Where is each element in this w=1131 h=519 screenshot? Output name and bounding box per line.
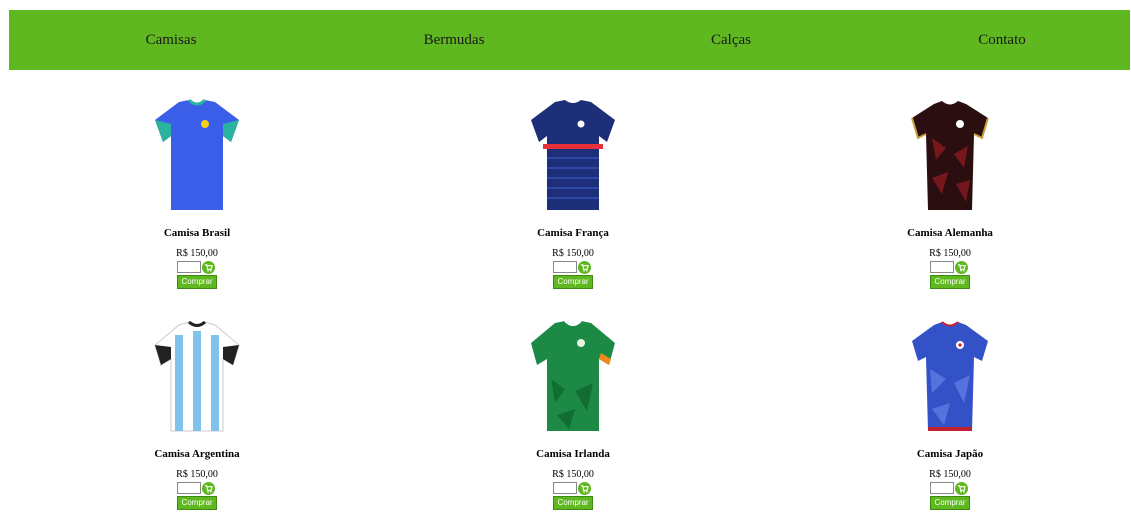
product-price: R$ 150,00 [176, 248, 218, 259]
product-card: Camisa Alemanha R$ 150,00 Comprar [860, 98, 1040, 289]
product-price: R$ 150,00 [929, 248, 971, 259]
japan-shirt-icon[interactable] [902, 319, 998, 435]
buy-button[interactable]: Comprar [930, 275, 970, 289]
product-price: R$ 150,00 [552, 469, 594, 480]
product-card: Camisa Brasil R$ 150,00 Comprar [107, 98, 287, 289]
buy-button[interactable]: Comprar [553, 496, 593, 510]
product-name: Camisa Japão [916, 448, 984, 460]
quantity-input[interactable] [177, 261, 201, 273]
product-name: Camisa França [537, 227, 609, 239]
nav-bermudas[interactable]: Bermudas [424, 10, 485, 70]
product-name: Camisa Alemanha [907, 227, 993, 239]
product-price: R$ 150,00 [176, 469, 218, 480]
quantity-input[interactable] [930, 482, 954, 494]
nav-calcas[interactable]: Calças [711, 10, 751, 70]
buy-button[interactable]: Comprar [930, 496, 970, 510]
buy-button[interactable]: Comprar [177, 275, 217, 289]
product-card: Camisa Japão R$ 150,00 Comprar [860, 319, 1040, 510]
product-card: Camisa França R$ 150,00 Comprar [483, 98, 663, 289]
cart-icon[interactable] [955, 260, 968, 274]
product-price: R$ 150,00 [552, 248, 594, 259]
cart-icon[interactable] [202, 260, 215, 274]
quantity-input[interactable] [177, 482, 201, 494]
product-name: Camisa Brasil [163, 227, 231, 239]
cart-icon[interactable] [578, 481, 591, 495]
product-price: R$ 150,00 [929, 469, 971, 480]
cart-icon[interactable] [202, 481, 215, 495]
france-shirt-icon[interactable] [525, 98, 621, 214]
product-card: Camisa Irlanda R$ 150,00 Comprar [483, 319, 663, 510]
brazil-shirt-icon[interactable] [149, 98, 245, 214]
nav-camisas[interactable]: Camisas [146, 10, 197, 70]
cart-icon[interactable] [578, 260, 591, 274]
product-name: Camisa Argentina [154, 448, 240, 460]
quantity-input[interactable] [553, 482, 577, 494]
ireland-shirt-icon[interactable] [525, 319, 621, 435]
top-nav: Camisas Bermudas Calças Contato [9, 10, 1130, 70]
quantity-input[interactable] [553, 261, 577, 273]
argentina-shirt-icon[interactable] [149, 319, 245, 435]
buy-button[interactable]: Comprar [553, 275, 593, 289]
product-card: Camisa Argentina R$ 150,00 Comprar [107, 319, 287, 510]
cart-icon[interactable] [955, 481, 968, 495]
germany-shirt-icon[interactable] [902, 98, 998, 214]
quantity-input[interactable] [930, 261, 954, 273]
nav-contato[interactable]: Contato [978, 10, 1026, 70]
product-name: Camisa Irlanda [536, 448, 610, 460]
buy-button[interactable]: Comprar [177, 496, 217, 510]
